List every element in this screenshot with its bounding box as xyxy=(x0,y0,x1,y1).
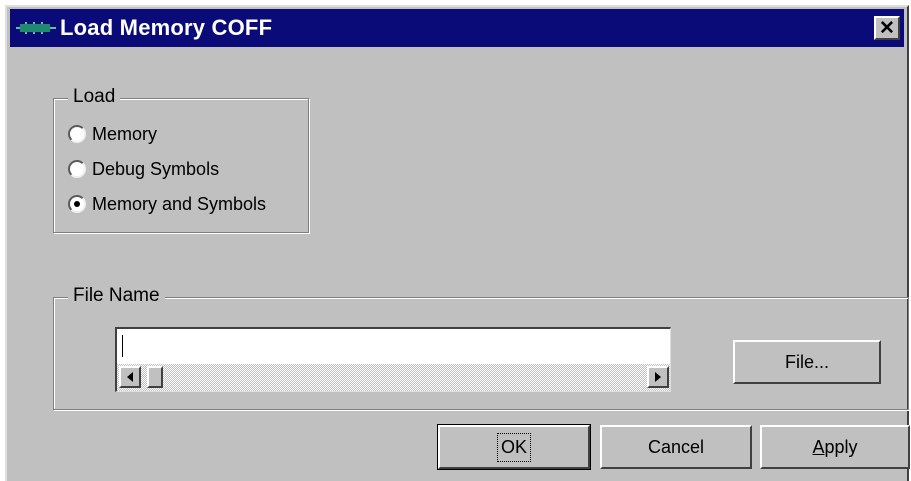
radio-button-icon[interactable] xyxy=(68,125,86,143)
load-groupbox: Load Memory Debug Symbols Memory and Sym… xyxy=(53,86,309,233)
apply-label-rest: pply xyxy=(824,436,858,457)
scroll-thumb[interactable] xyxy=(147,366,163,388)
radio-memory[interactable]: Memory xyxy=(68,121,157,147)
apply-mnemonic: A xyxy=(812,436,825,457)
radio-button-checked-icon[interactable] xyxy=(68,195,86,213)
load-group-label: Load xyxy=(68,86,121,108)
close-button[interactable]: ✕ xyxy=(874,16,900,40)
window-title: Load Memory COFF xyxy=(60,15,273,40)
file-name-group-label: File Name xyxy=(68,285,165,307)
title-bar[interactable]: Load Memory COFF ✕ xyxy=(10,9,904,47)
arrow-right-icon xyxy=(655,372,661,382)
radio-memory-label: Memory xyxy=(92,123,158,144)
file-browse-button[interactable]: File... xyxy=(733,340,881,384)
radio-memory-and-symbols-label: Memory and Symbols xyxy=(92,193,267,214)
radio-debug-symbols-label: Debug Symbols xyxy=(92,158,220,179)
apply-button[interactable]: Apply xyxy=(760,425,910,469)
ok-button-label: OK xyxy=(496,432,532,462)
close-icon: ✕ xyxy=(879,17,895,39)
apply-button-label: Apply xyxy=(812,437,857,458)
scroll-left-button[interactable] xyxy=(119,366,141,388)
file-name-input[interactable] xyxy=(115,327,671,364)
scroll-right-button[interactable] xyxy=(647,366,669,388)
radio-button-icon[interactable] xyxy=(68,160,86,178)
horizontal-scrollbar[interactable] xyxy=(115,364,671,392)
arrow-left-icon xyxy=(127,372,133,382)
file-browse-button-label: File... xyxy=(784,351,829,372)
cancel-button-label: Cancel xyxy=(647,436,705,457)
chip-icon xyxy=(16,22,56,34)
text-caret xyxy=(122,335,123,357)
radio-memory-and-symbols[interactable]: Memory and Symbols xyxy=(68,191,266,217)
cancel-button[interactable]: Cancel xyxy=(600,425,752,469)
ok-button[interactable]: OK xyxy=(437,424,591,470)
load-memory-coff-dialog: Load Memory COFF ✕ Load Memory Debug Sym… xyxy=(5,5,910,481)
radio-debug-symbols[interactable]: Debug Symbols xyxy=(68,156,219,182)
